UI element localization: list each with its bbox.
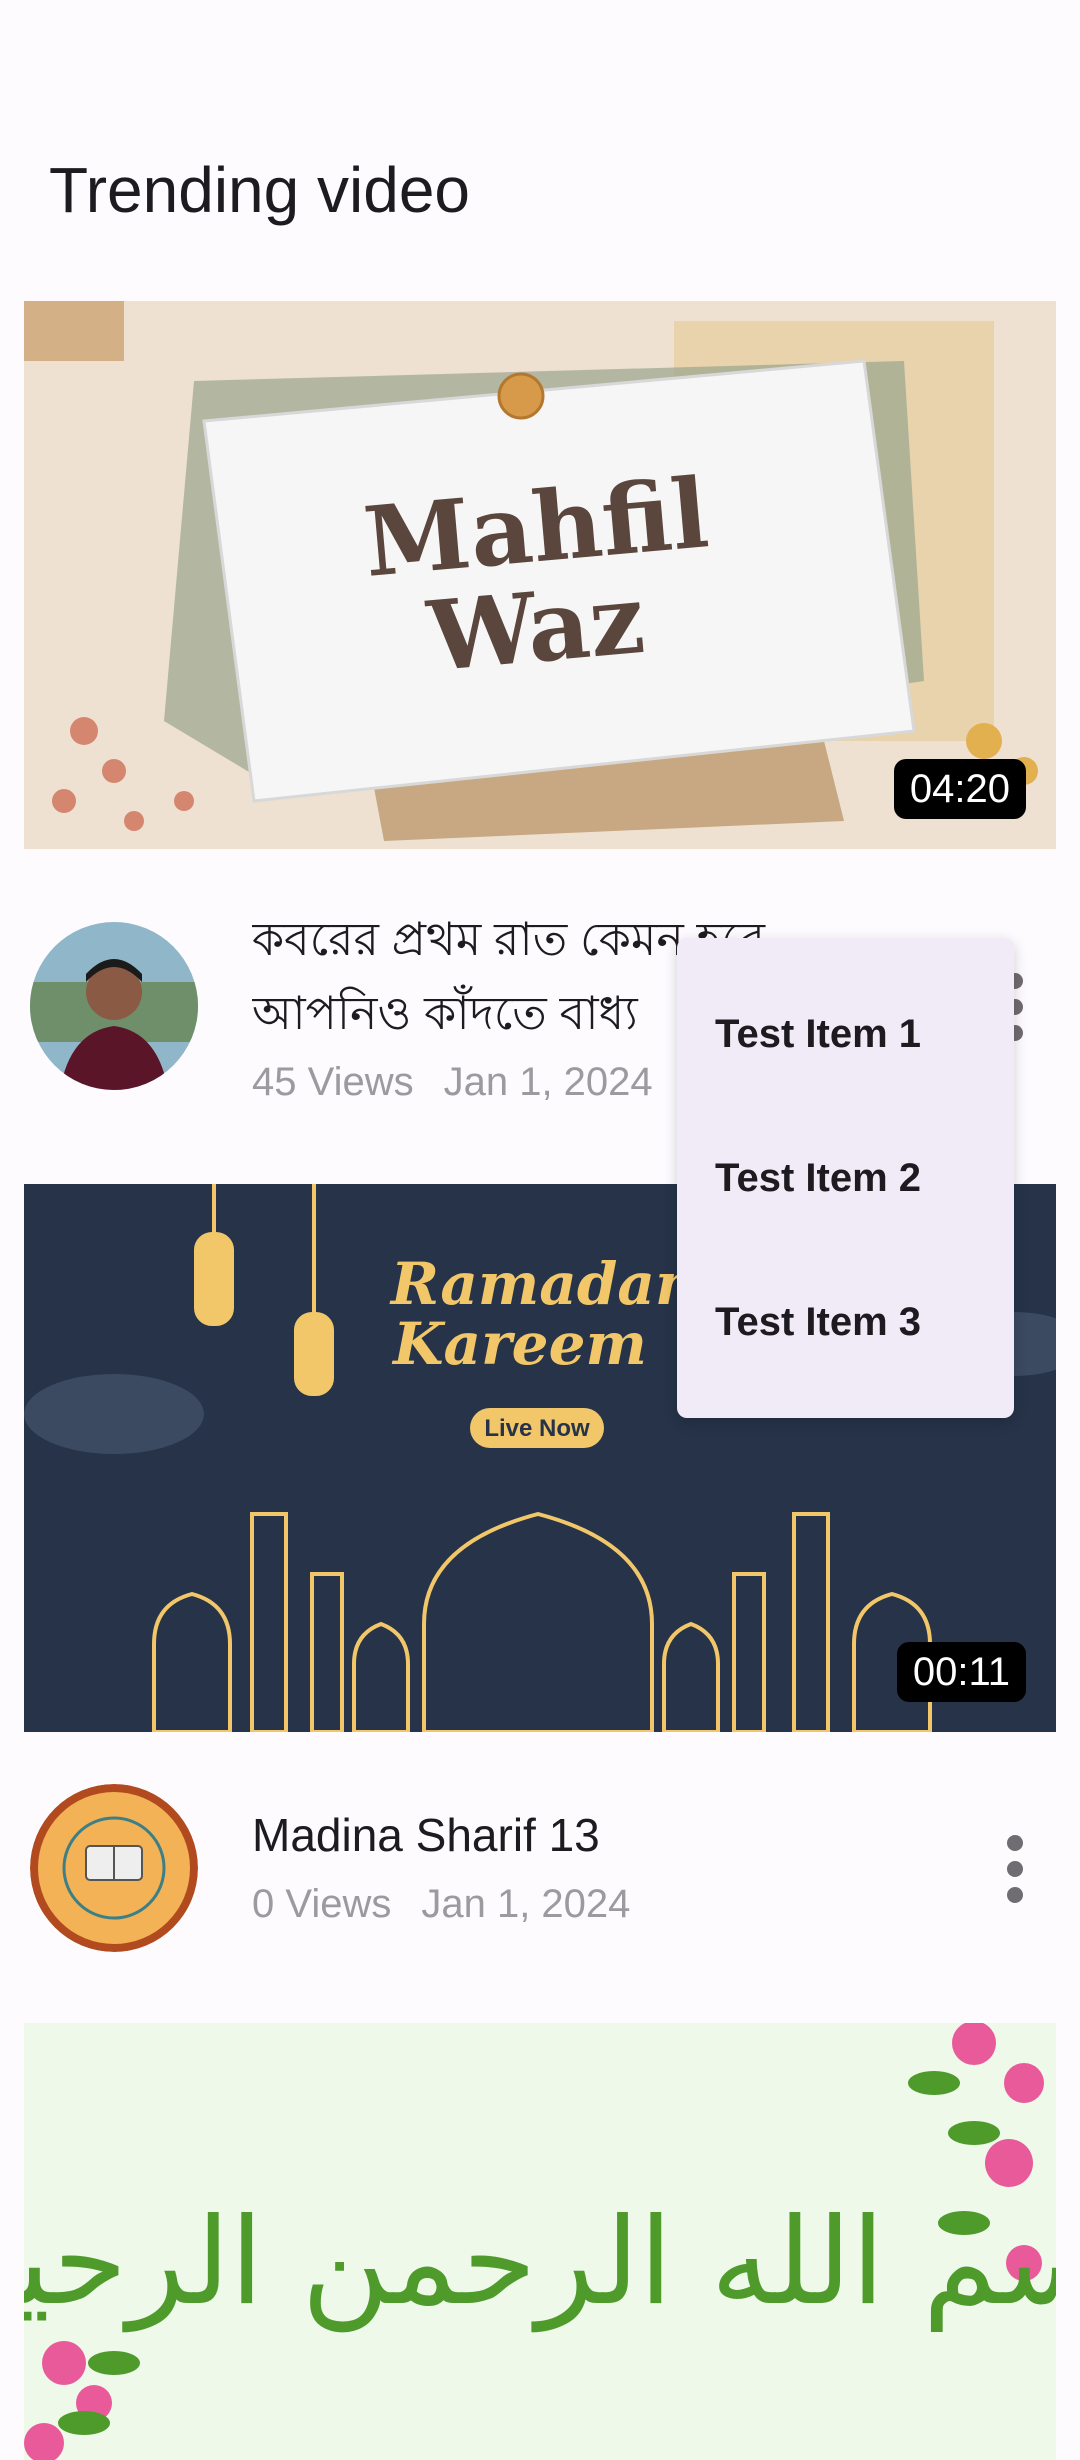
popup-menu: Test Item 1 Test Item 2 Test Item 3	[677, 938, 1014, 1418]
thumbnail-text-ramadan: Ramadan	[389, 1250, 697, 1318]
upload-date: Jan 1, 2024	[421, 1882, 631, 1926]
page-title: Trending video	[49, 154, 470, 226]
thumbnail-text-kareem: Kareem	[391, 1310, 647, 1378]
video-meta-2: 0 Views Jan 1, 2024	[252, 1876, 630, 1932]
video-meta-1: 45 Views Jan 1, 2024	[252, 1054, 653, 1110]
channel-avatar-2[interactable]	[30, 1784, 198, 1952]
thumbnail-text-2: Waz	[422, 562, 648, 693]
menu-item-test-3[interactable]: Test Item 3	[677, 1250, 1014, 1394]
video-duration-2: 00:11	[896, 1642, 1026, 1702]
view-count: 45 Views	[252, 1060, 414, 1104]
thumbnail-text-bismillah: بسم الله الرحمن الرحيم	[24, 2193, 1056, 2332]
menu-item-test-1[interactable]: Test Item 1	[677, 962, 1014, 1106]
channel-avatar-1[interactable]	[30, 922, 198, 1090]
upload-date: Jan 1, 2024	[443, 1060, 653, 1104]
video-title-2[interactable]: Madina Sharif 13	[252, 1798, 992, 1872]
thumbnail-art-bismillah: بسم الله الرحمن الرحيم	[24, 2023, 1056, 2460]
video-duration-1: 04:20	[893, 759, 1026, 819]
video-thumbnail-1[interactable]: Mahfil Waz 04:20	[24, 301, 1056, 849]
menu-item-test-2[interactable]: Test Item 2	[677, 1106, 1014, 1250]
video-thumbnail-3[interactable]: بسم الله الرحمن الرحيم	[24, 2023, 1056, 2460]
live-now-badge: Live Now	[484, 1415, 590, 1442]
more-options-icon[interactable]	[990, 1824, 1040, 1914]
view-count: 0 Views	[252, 1882, 392, 1926]
